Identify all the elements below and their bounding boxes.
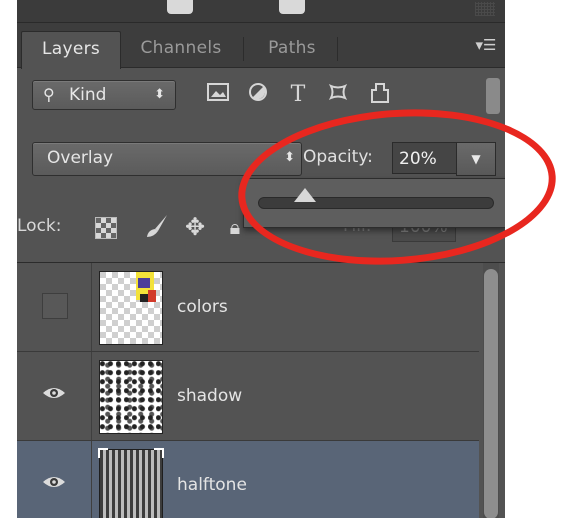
color-swatch xyxy=(138,278,150,288)
filter-kind-label: Kind xyxy=(69,85,107,105)
color-swatch xyxy=(148,290,156,302)
selection-corner xyxy=(154,448,164,458)
panel-top-strip xyxy=(17,0,505,23)
tab-channels[interactable]: Channels xyxy=(125,33,237,67)
adjustment-filter-icon[interactable] xyxy=(245,82,271,108)
tab-layers[interactable]: Layers xyxy=(21,31,121,69)
layers-scrollbar[interactable] xyxy=(483,263,499,518)
updown-arrows-icon: ⬍ xyxy=(154,87,165,102)
filter-row: ⚲ Kind ⬍ T xyxy=(17,68,505,118)
lock-label: Lock: xyxy=(17,216,62,236)
blend-mode-select[interactable]: Overlay ⬍ xyxy=(32,142,302,176)
filter-kind-select[interactable]: ⚲ Kind ⬍ xyxy=(32,80,176,110)
opacity-slider-popup xyxy=(243,178,505,228)
layers-panel: Layers Channels Paths ▾☰ ⚲ Kind ⬍ T Over… xyxy=(17,0,505,518)
tab-separator xyxy=(243,37,244,61)
layer-thumbnail xyxy=(99,360,163,434)
layer-thumbnail xyxy=(98,448,164,518)
opacity-dropdown-button[interactable]: ▼ xyxy=(456,142,496,176)
lock-position-icon[interactable]: ✥ xyxy=(181,213,209,241)
opacity-input[interactable]: 20% xyxy=(392,142,456,174)
blend-mode-value: Overlay xyxy=(47,148,114,168)
grip-icon[interactable] xyxy=(475,2,495,16)
layer-row-shadow[interactable]: shadow xyxy=(17,352,479,441)
layer-name[interactable]: colors xyxy=(177,297,228,317)
resize-nub[interactable] xyxy=(167,0,193,14)
color-swatch xyxy=(140,294,148,302)
visibility-cell[interactable] xyxy=(17,263,92,351)
resize-nub[interactable] xyxy=(279,0,305,14)
tab-paths[interactable]: Paths xyxy=(251,33,333,67)
visibility-cell[interactable] xyxy=(17,441,92,518)
panel-tabs: Layers Channels Paths ▾☰ xyxy=(17,23,505,69)
lock-transparent-pixels-icon[interactable] xyxy=(95,217,117,239)
tab-separator xyxy=(337,37,338,61)
layer-row-halftone[interactable]: halftone xyxy=(17,441,479,518)
selection-corner xyxy=(98,448,108,458)
eye-icon[interactable] xyxy=(40,382,68,406)
updown-arrows-icon: ⬍ xyxy=(284,150,295,165)
lock-image-pixels-icon[interactable] xyxy=(143,213,171,241)
type-filter-icon[interactable]: T xyxy=(285,82,311,108)
layer-thumbnail xyxy=(99,271,163,345)
visibility-cell[interactable] xyxy=(17,352,92,440)
opacity-slider-handle[interactable] xyxy=(293,188,316,202)
shape-filter-icon[interactable] xyxy=(325,82,351,108)
layer-row-colors[interactable]: colors xyxy=(17,263,479,352)
filter-toggle-switch[interactable] xyxy=(486,78,500,114)
layer-name[interactable]: halftone xyxy=(177,475,247,495)
image-filter-icon[interactable] xyxy=(205,82,231,108)
scrollbar-thumb[interactable] xyxy=(484,269,498,518)
search-icon: ⚲ xyxy=(43,85,55,104)
smart-object-filter-icon[interactable] xyxy=(367,82,393,108)
opacity-label: Opacity: xyxy=(303,147,373,167)
layers-list: colors shadow halftone xyxy=(17,262,505,518)
visibility-toggle-off[interactable] xyxy=(42,293,68,319)
panel-menu-icon[interactable]: ▾☰ xyxy=(475,35,497,55)
eye-icon[interactable] xyxy=(40,471,68,495)
layer-name[interactable]: shadow xyxy=(177,386,242,406)
